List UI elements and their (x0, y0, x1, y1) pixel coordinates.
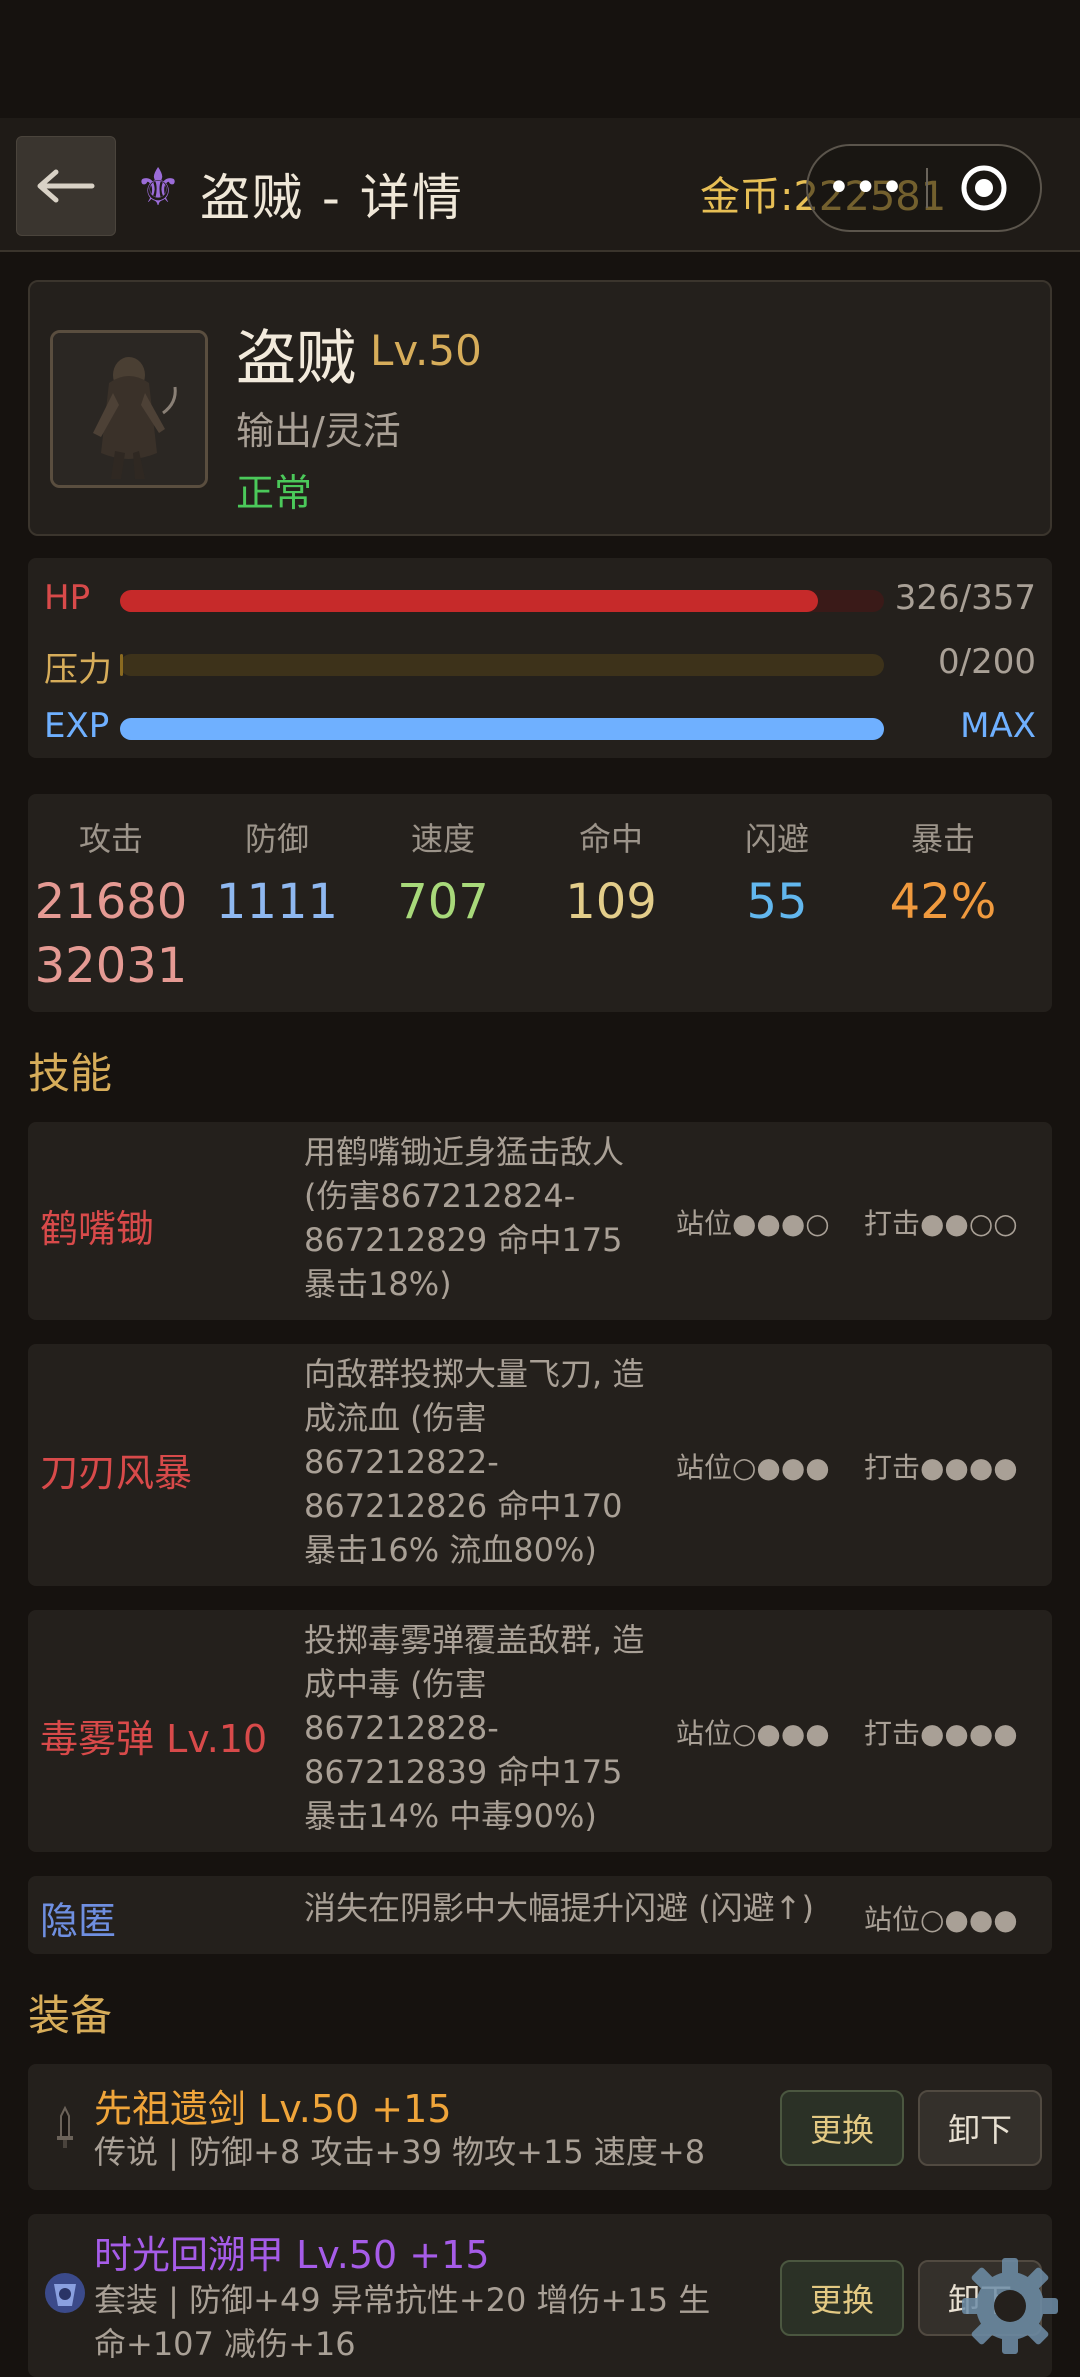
page-title: 盗贼 - 详情 (200, 169, 464, 227)
skill-position: 站位○●●● (864, 1903, 1018, 1936)
exp-bar-fill (120, 718, 884, 740)
skill-target: 打击●●●● (864, 1717, 1018, 1750)
hero-name: 盗贼 (236, 324, 356, 394)
skill-name: 鹤嘴锄 (40, 1207, 155, 1251)
vitals-panel: HP 326/357 压力 0/200 EXP MAX (28, 558, 1052, 758)
fleur-de-lis-icon: ⚜ (134, 158, 182, 218)
stat-label: 暴击 (910, 820, 975, 858)
equipment-desc: 套装 | 防御+49 异常抗性+20 增伤+15 生命+107 减伤+16 (94, 2281, 711, 2363)
skill-row[interactable]: 鹤嘴锄 用鹤嘴锄近身猛击敌人 (伤害867212824-867212829 命中… (28, 1122, 1052, 1320)
stat-value: 1111 (215, 874, 339, 930)
stats-panel: 攻击 21680 32031 防御 1111 速度 707 命中 109 闪避 … (28, 794, 1052, 1012)
stat-dodge: 闪避 55 (694, 794, 860, 934)
top-bar: ⚜ 盗贼 - 详情 金币:222581 ••• (0, 118, 1080, 252)
skill-row[interactable]: 隐匿 消失在阴影中大幅提升闪避 (闪避↑) 站位○●●● (28, 1876, 1052, 1954)
skill-name: 隐匿 (40, 1899, 117, 1943)
equipment-name: 时光回溯甲 Lv.50 +15 (94, 2233, 490, 2277)
stat-label: 命中 (578, 820, 643, 858)
skill-desc: 投掷毒雾弹覆盖敌群, 造成中毒 (伤害867212828-867212839 命… (304, 1621, 645, 1835)
skill-target: 打击●●●● (864, 1451, 1018, 1484)
skill-position: 站位●●●○ (676, 1207, 830, 1240)
equipment-row[interactable]: 先祖遗剑 Lv.50 +15 传说 | 防御+8 攻击+39 物攻+15 速度+… (28, 2064, 1052, 2190)
close-capsule-button[interactable] (928, 163, 1040, 213)
skill-desc: 用鹤嘴锄近身猛击敌人 (伤害867212824-867212829 命中175 … (304, 1133, 625, 1303)
armor-icon (45, 2273, 85, 2313)
hero-status: 正常 (236, 471, 313, 515)
stress-bar-fill (120, 654, 123, 676)
equipment-row[interactable]: 时光回溯甲 Lv.50 +15 套装 | 防御+49 异常抗性+20 增伤+15… (28, 2214, 1052, 2377)
settings-gear-button[interactable] (950, 2246, 1070, 2366)
hp-bar-fill (120, 590, 818, 612)
hero-avatar (50, 330, 208, 488)
more-menu-button[interactable]: ••• (808, 168, 926, 208)
skill-target: 打击●●○○ (864, 1207, 1018, 1240)
stat-speed: 速度 707 (360, 794, 526, 934)
skill-row[interactable]: 刀刃风暴 向敌群投掷大量飞刀, 造成流血 (伤害867212822-867212… (28, 1344, 1052, 1586)
stat-value: 109 (565, 874, 657, 930)
stress-value: 0/200 (938, 642, 1036, 682)
equipment-desc: 传说 | 防御+8 攻击+39 物攻+15 速度+8 (94, 2133, 706, 2171)
stat-label: 攻击 (78, 820, 143, 858)
hp-label: HP (44, 578, 91, 618)
stat-label: 防御 (244, 820, 309, 858)
hero-role: 输出/灵活 (236, 409, 401, 453)
skill-position: 站位○●●● (676, 1451, 830, 1484)
stat-attack: 攻击 21680 32031 (28, 794, 194, 998)
stat-crit: 暴击 42% (860, 794, 1026, 934)
swap-button[interactable]: 更换 (780, 2090, 904, 2166)
mini-program-capsule: ••• (806, 144, 1042, 232)
skill-name: 毒雾弹 Lv.10 (40, 1717, 268, 1761)
stat-defense: 防御 1111 (194, 794, 360, 934)
hp-value: 326/357 (894, 578, 1036, 618)
skill-row[interactable]: 毒雾弹 Lv.10 投掷毒雾弹覆盖敌群, 造成中毒 (伤害867212828-8… (28, 1610, 1052, 1852)
exp-label: EXP (44, 706, 110, 746)
equipment-name: 先祖遗剑 Lv.50 +15 (94, 2087, 452, 2131)
equipment-section-title: 装备 (28, 1991, 113, 2040)
gear-icon (962, 2258, 1058, 2354)
skill-desc: 向敌群投掷大量飞刀, 造成流血 (伤害867212822-867212826 命… (304, 1355, 645, 1569)
hero-card: 盗贼 Lv.50 输出/灵活 正常 (28, 280, 1052, 536)
stat-accuracy: 命中 109 (528, 794, 694, 934)
stat-value: 707 (397, 874, 489, 930)
hp-bar (120, 590, 884, 612)
stat-value: 42% (889, 874, 997, 930)
stat-value: 55 (746, 874, 808, 930)
back-button[interactable] (16, 136, 116, 236)
skill-name: 刀刃风暴 (40, 1451, 193, 1495)
skill-position: 站位○●●● (676, 1717, 830, 1750)
stress-bar (120, 654, 884, 676)
stress-label: 压力 (44, 650, 112, 690)
unequip-button[interactable]: 卸下 (918, 2090, 1042, 2166)
stat-value-line: 21680 (34, 874, 188, 930)
stat-value-line: 32031 (34, 938, 188, 994)
stat-value: 21680 32031 (28, 870, 194, 998)
stat-label: 闪避 (744, 820, 809, 858)
target-icon (961, 165, 1007, 211)
exp-bar (120, 718, 884, 740)
skill-desc: 消失在阴影中大幅提升闪避 (闪避↑) (304, 1889, 814, 1927)
hero-level: Lv.50 (370, 326, 482, 375)
swap-button[interactable]: 更换 (780, 2260, 904, 2336)
sword-icon (42, 2104, 88, 2150)
skills-section-title: 技能 (28, 1049, 113, 1098)
stat-label: 速度 (410, 820, 475, 858)
exp-value: MAX (960, 706, 1036, 746)
back-arrow-icon (37, 169, 95, 203)
